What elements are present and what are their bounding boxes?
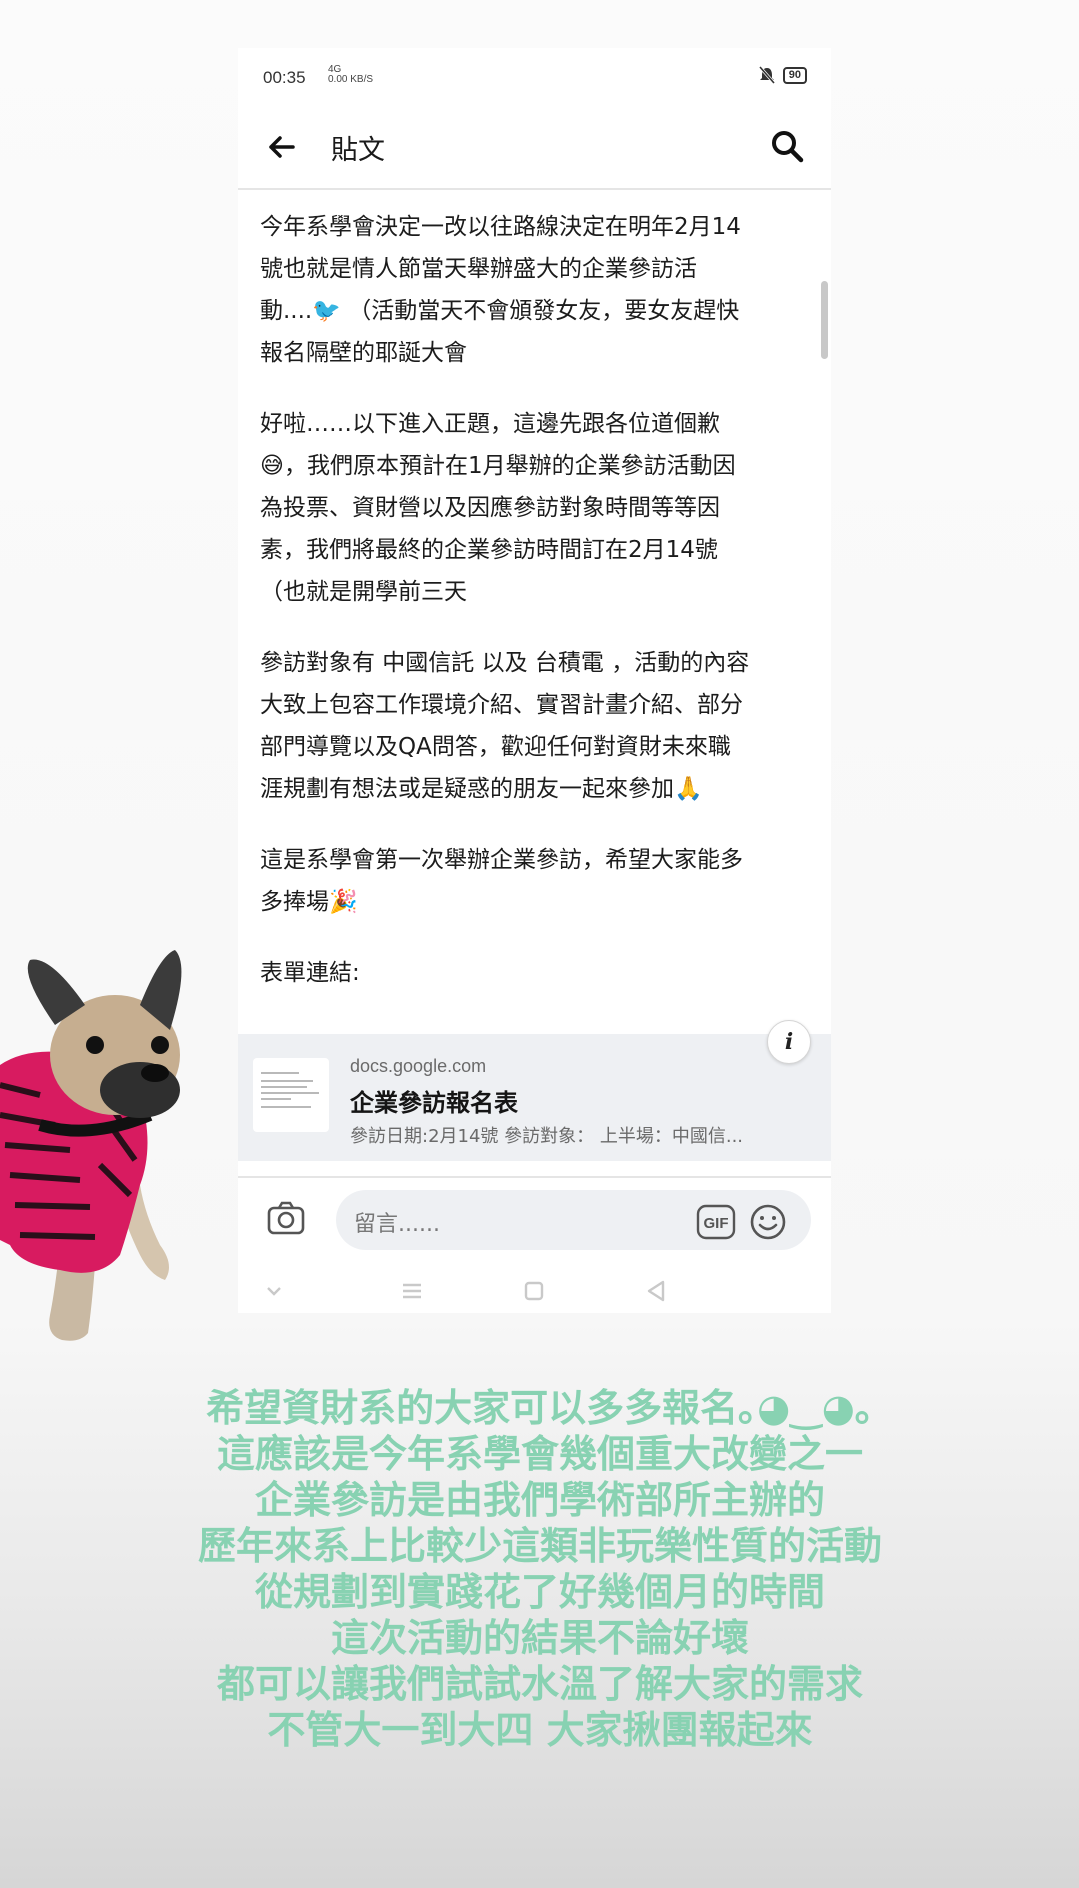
- network-speed: 0.00 KB/S: [328, 74, 374, 85]
- post-line: 涯規劃有想法或是疑惑的朋友一起來參加🙏: [260, 776, 703, 802]
- post-line: 號也就是情人節當天舉辦盛大的企業參訪活: [260, 256, 697, 282]
- search-icon[interactable]: [769, 128, 805, 164]
- back-triangle-icon[interactable]: [638, 1273, 674, 1309]
- french-bulldog-sticker: [0, 950, 182, 1341]
- menu-icon[interactable]: [394, 1273, 430, 1309]
- caption-line: 希望資財系的大家可以多多報名｡◕‿◕｡: [206, 1386, 874, 1430]
- status-time: 00:35: [263, 68, 306, 87]
- comment-placeholder: 留言......: [354, 1212, 440, 1237]
- app-bar: 貼文: [238, 108, 831, 190]
- status-right: 90: [758, 66, 807, 84]
- story-caption: 希望資財系的大家可以多多報名｡◕‿◕｡ 這應該是今年系學會幾個重大改變之一 企業…: [120, 1385, 960, 1753]
- caption-line: 這應該是今年系學會幾個重大改變之一: [216, 1432, 863, 1476]
- page-title: 貼文: [331, 135, 385, 166]
- link-title[interactable]: 企業參訪報名表: [350, 1083, 518, 1118]
- post-line: 多捧場🎉: [260, 889, 358, 915]
- post-line: （也就是開學前三天: [260, 579, 467, 605]
- post-line: 好啦……以下進入正題，這邊先跟各位道個歉: [260, 411, 720, 437]
- home-icon[interactable]: [516, 1273, 552, 1309]
- post-line: 部門導覽以及QA問答，歡迎任何對資財未來職: [260, 734, 731, 760]
- link-domain: docs.google.com: [350, 1056, 487, 1076]
- camera-icon[interactable]: [266, 1198, 306, 1238]
- network-indicator: 4G 0.00 KB/S: [328, 65, 373, 85]
- comment-input[interactable]: 留言...... GIF: [336, 1190, 811, 1250]
- post-line: 表單連結:: [260, 960, 360, 986]
- link-thumbnail: [253, 1058, 329, 1132]
- caption-line: 不管大一到大四 大家揪團報起來: [267, 1708, 813, 1752]
- caption-line: 歷年來系上比較少這類非玩樂性質的活動: [197, 1524, 882, 1568]
- comment-composer: 留言...... GIF: [238, 1176, 831, 1258]
- status-bar: 00:35 4G 0.00 KB/S 90: [238, 48, 831, 108]
- mute-bell-icon: [758, 66, 775, 84]
- battery-indicator: 90: [782, 66, 807, 84]
- chevron-down-icon[interactable]: [256, 1273, 292, 1309]
- back-arrow-icon[interactable]: [266, 132, 296, 162]
- scrollbar[interactable]: [821, 281, 828, 359]
- post-line: 報名隔壁的耶誕大會: [260, 340, 467, 366]
- caption-line: 從規劃到實踐花了好幾個月的時間: [254, 1570, 825, 1614]
- info-icon[interactable]: i: [767, 1020, 811, 1064]
- post-body: 今年系學會決定一改以往路線決定在明年2月14 號也就是情人節當天舉辦盛大的企業參…: [260, 206, 800, 1023]
- post-paragraph: 這是系學會第一次舉辦企業參訪，希望大家能多 多捧場🎉: [260, 839, 800, 923]
- post-line: 素，我們將最終的企業參訪時間訂在2月14號: [260, 537, 718, 563]
- emoji-icon[interactable]: [748, 1202, 788, 1242]
- caption-line: 都可以讓我們試試水溫了解大家的需求: [216, 1662, 863, 1706]
- caption-line: 企業參訪是由我們學術部所主辦的: [254, 1478, 825, 1522]
- post-line: 動....🐦 （活動當天不會頒發女友，要女友趕快: [260, 298, 740, 324]
- post-line: 今年系學會決定一改以往路線決定在明年2月14: [260, 214, 741, 240]
- gif-label: GIF: [704, 1215, 729, 1232]
- post-line: 大致上包容工作環境介紹、實習計畫介紹、部分: [260, 692, 743, 718]
- post-line: 為投票、資財營以及因應參訪對象時間等等因: [260, 495, 720, 521]
- post-line: 這是系學會第一次舉辦企業參訪，希望大家能多: [260, 847, 743, 873]
- link-preview-card[interactable]: docs.google.com 企業參訪報名表 參訪日期:2月14號 參訪對象：…: [238, 1020, 831, 1161]
- post-line: 😅，我們原本預計在1月舉辦的企業參訪活動因: [260, 453, 736, 479]
- caption-line: 這次活動的結果不論好壞: [330, 1616, 749, 1660]
- post-paragraph: 表單連結:: [260, 952, 800, 994]
- post-line: 參訪對象有 中國信託 以及 台積電 ，活動的內容: [260, 650, 750, 676]
- gif-icon[interactable]: GIF: [696, 1204, 736, 1240]
- post-paragraph: 好啦……以下進入正題，這邊先跟各位道個歉 😅，我們原本預計在1月舉辦的企業參訪活…: [260, 403, 800, 613]
- phone-screenshot: 00:35 4G 0.00 KB/S 90 貼文 今年系學會決定一改以往路線決定…: [238, 48, 831, 1313]
- system-nav-bar: [238, 1273, 831, 1313]
- link-description: 參訪日期:2月14號 參訪對象： 上半場：中國信...: [350, 1126, 744, 1147]
- post-paragraph: 參訪對象有 中國信託 以及 台積電 ，活動的內容 大致上包容工作環境介紹、實習計…: [260, 642, 800, 810]
- post-paragraph: 今年系學會決定一改以往路線決定在明年2月14 號也就是情人節當天舉辦盛大的企業參…: [260, 206, 800, 374]
